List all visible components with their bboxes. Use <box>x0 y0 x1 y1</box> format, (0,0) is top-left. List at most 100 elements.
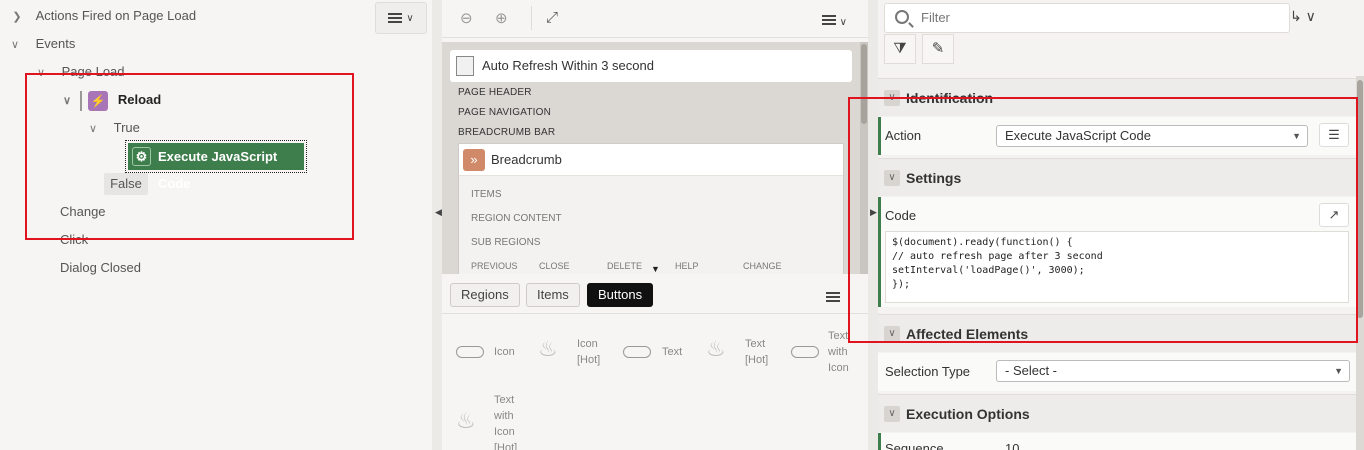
expand-icon[interactable]: ⤢ <box>546 9 558 26</box>
chevron-down-icon[interactable]: ∨ <box>884 170 900 186</box>
region-body <box>459 176 843 274</box>
dropdown-arrow-icon: ▼ <box>1334 366 1343 376</box>
button-text-with-icon-shape[interactable] <box>791 346 819 358</box>
button-text-shape[interactable] <box>623 346 651 358</box>
code-label: Code <box>885 208 917 223</box>
gallery-item-text[interactable]: Text <box>662 344 682 360</box>
position-region-content[interactable]: REGION CONTENT <box>471 213 562 224</box>
layout-scrollbar[interactable] <box>860 42 868 274</box>
hamburger-icon <box>822 15 836 25</box>
flame-icon[interactable]: ♨ <box>456 408 476 434</box>
zoom-out-icon[interactable]: ⊖ <box>460 9 473 27</box>
chevron-down-icon[interactable]: ∨ <box>34 59 48 87</box>
scrollbar-thumb[interactable] <box>861 44 867 124</box>
tree-label: Reload <box>117 92 162 107</box>
divider <box>79 90 82 111</box>
filter-icon[interactable]: ⧩ <box>884 34 916 64</box>
tree-label: Page Load <box>61 64 125 79</box>
tree-node-false[interactable]: False <box>104 173 148 195</box>
chevron-right-icon[interactable]: ❯ <box>10 3 24 31</box>
prop-code: Code ↗ $(document).ready(function() { //… <box>878 197 1358 307</box>
collapse-right-icon[interactable]: ▶ <box>870 207 877 218</box>
filter-input[interactable]: Filter <box>884 3 1290 33</box>
dropdown-arrow-icon: ▼ <box>1292 131 1301 141</box>
section-title: Settings <box>906 170 962 186</box>
left-splitter[interactable]: ◀ <box>432 0 442 450</box>
prop-action: Action Execute JavaScript Code ▼ ☰ <box>878 117 1358 155</box>
chevron-down-icon[interactable]: ∨ <box>884 406 900 422</box>
page-card[interactable]: Auto Refresh Within 3 second <box>450 50 852 82</box>
chevron-down-icon[interactable]: ∨ <box>884 90 900 106</box>
pencil-icon[interactable]: ✎ <box>922 34 954 64</box>
page-title: Auto Refresh Within 3 second <box>482 58 654 73</box>
position-sub-regions[interactable]: SUB REGIONS <box>471 237 540 248</box>
tree-node-page-load[interactable]: ∨ Page Load <box>34 58 125 86</box>
section-title: Affected Elements <box>906 326 1029 342</box>
chevron-down-icon[interactable]: ∨ <box>86 115 100 143</box>
list-icon[interactable]: ☰ <box>1319 123 1349 147</box>
tree-node-true[interactable]: ∨ True <box>86 114 140 142</box>
position-help[interactable]: HELP <box>675 261 699 271</box>
tree-menu-button[interactable]: ∨ <box>375 2 427 34</box>
tree-node-click[interactable]: Click <box>60 226 88 254</box>
flame-icon[interactable]: ♨ <box>706 336 726 362</box>
tab-buttons[interactable]: Buttons <box>587 283 654 307</box>
tree-node-reload[interactable]: ∨ ⚡ Reload <box>60 86 161 114</box>
chevron-down-icon[interactable]: ∨ <box>8 31 22 59</box>
scrollbar-thumb[interactable] <box>1357 80 1363 318</box>
right-splitter[interactable]: ▶ <box>868 0 878 450</box>
layout-toolbar: ⊖ ⊕ ⤢ ∨ <box>442 0 868 38</box>
code-textarea[interactable]: $(document).ready(function() { // auto r… <box>885 231 1349 303</box>
section-settings[interactable]: ∨ Settings <box>878 158 1358 196</box>
section-affected-elements[interactable]: ∨ Affected Elements <box>878 314 1358 352</box>
tab-regions[interactable]: Regions <box>450 283 520 307</box>
tree-label: Execute JavaScript Code <box>158 149 278 191</box>
gallery-menu-button[interactable] <box>826 290 840 305</box>
gallery-item-text-with-icon[interactable]: Text with Icon <box>828 328 864 376</box>
position-close[interactable]: CLOSE <box>539 261 570 271</box>
tree-node-dialog-closed[interactable]: Dialog Closed <box>60 254 141 282</box>
gallery-item-icon[interactable]: Icon <box>494 344 515 360</box>
prop-sequence: Sequence 10 <box>878 433 1358 450</box>
selection-type-select[interactable]: - Select - ▼ <box>996 360 1350 382</box>
layout-menu-button[interactable]: ∨ <box>822 13 847 28</box>
chevron-down-icon[interactable]: ∨ <box>60 87 74 115</box>
divider <box>531 6 532 30</box>
tree-node-execute-javascript[interactable]: ⚙ Execute JavaScript Code <box>125 140 307 191</box>
action-select[interactable]: Execute JavaScript Code ▼ <box>996 125 1308 147</box>
breadcrumb-region[interactable]: » Breadcrumb ITEMS REGION CONTENT SUB RE… <box>458 143 844 274</box>
page-icon <box>456 56 474 76</box>
search-icon <box>895 10 909 24</box>
position-page-header[interactable]: PAGE HEADER <box>458 87 532 98</box>
position-breadcrumb-bar[interactable]: BREADCRUMB BAR <box>458 127 555 138</box>
button-icon-shape[interactable] <box>456 346 484 358</box>
position-delete[interactable]: DELETE <box>607 261 642 271</box>
section-identification[interactable]: ∨ Identification <box>878 78 1358 116</box>
property-scrollbar[interactable] <box>1356 76 1364 450</box>
gallery-item-text-with-icon-hot[interactable]: Text with Icon [Hot] <box>494 392 530 450</box>
position-previous[interactable]: PREVIOUS <box>471 261 518 271</box>
sequence-value[interactable]: 10 <box>1005 441 1019 450</box>
tab-items[interactable]: Items <box>526 283 580 307</box>
tree-node-actions-fired[interactable]: ❯ Actions Fired on Page Load <box>10 2 196 30</box>
region-header: » Breadcrumb <box>459 144 843 176</box>
position-change[interactable]: CHANGE <box>743 261 782 271</box>
gallery-tabs: Regions Items Buttons <box>442 280 868 314</box>
zoom-in-icon[interactable]: ⊕ <box>495 9 508 27</box>
tree-node-events[interactable]: ∨ Events <box>8 30 75 58</box>
prop-selection-type: Selection Type - Select - ▼ <box>878 353 1358 391</box>
layout-canvas[interactable]: Auto Refresh Within 3 second PAGE HEADER… <box>442 42 868 274</box>
collapse-left-icon[interactable]: ◀ <box>435 207 442 218</box>
position-items[interactable]: ITEMS <box>471 189 502 200</box>
chevron-down-icon[interactable]: ∨ <box>884 326 900 342</box>
go-to-group-icon[interactable]: ↳ ∨ <box>1290 8 1316 25</box>
section-title: Identification <box>906 90 994 106</box>
gallery-item-icon-hot[interactable]: Icon [Hot] <box>577 336 617 368</box>
tree-node-change[interactable]: Change <box>60 198 106 226</box>
scroll-down-icon[interactable]: ▼ <box>651 264 660 274</box>
open-code-editor-icon[interactable]: ↗ <box>1319 203 1349 227</box>
section-execution-options[interactable]: ∨ Execution Options <box>878 394 1358 432</box>
gallery-item-text-hot[interactable]: Text [Hot] <box>745 336 785 368</box>
flame-icon[interactable]: ♨ <box>538 336 558 362</box>
position-page-navigation[interactable]: PAGE NAVIGATION <box>458 107 551 118</box>
